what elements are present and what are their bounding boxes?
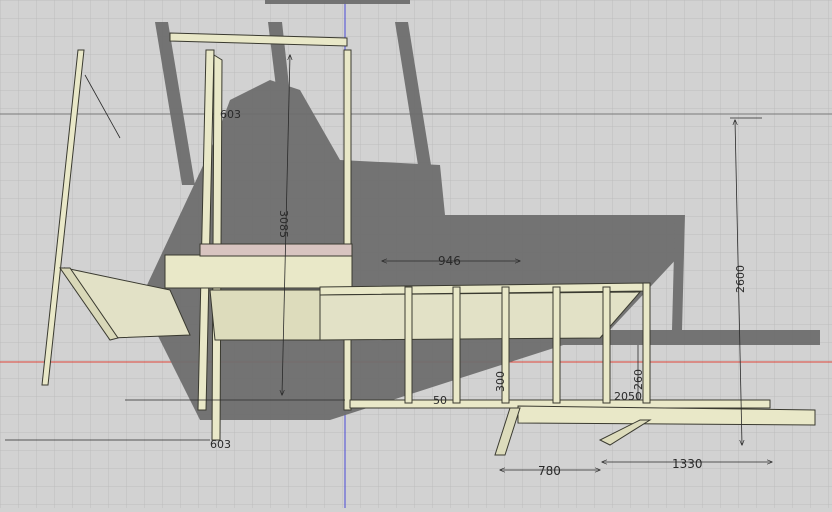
deck-panel[interactable] xyxy=(319,291,642,341)
dim-946: 946 xyxy=(438,254,461,268)
dim-780: 780 xyxy=(538,464,561,478)
scene-canvas[interactable]: 603 3085 946 2600 300 50 2050 260 603 78… xyxy=(0,0,832,508)
middle-box-front[interactable] xyxy=(164,254,353,289)
dim-2600: 2600 xyxy=(734,265,747,293)
dim-3085: 3085 xyxy=(277,210,290,238)
dim-603-top: 603 xyxy=(220,108,241,121)
cad-3d-viewport[interactable]: 603 3085 946 2600 300 50 2050 260 603 78… xyxy=(0,0,832,508)
center-post[interactable] xyxy=(343,49,352,411)
dim-50: 50 xyxy=(433,394,447,407)
dim-1330: 1330 xyxy=(672,457,703,471)
dim-2050: 2050 xyxy=(614,390,642,403)
middle-box-top[interactable] xyxy=(199,243,353,257)
dim-260: 260 xyxy=(632,369,645,390)
middle-box-lower[interactable] xyxy=(209,289,321,341)
dim-300: 300 xyxy=(494,371,507,392)
dim-603-bottom: 603 xyxy=(210,438,231,451)
